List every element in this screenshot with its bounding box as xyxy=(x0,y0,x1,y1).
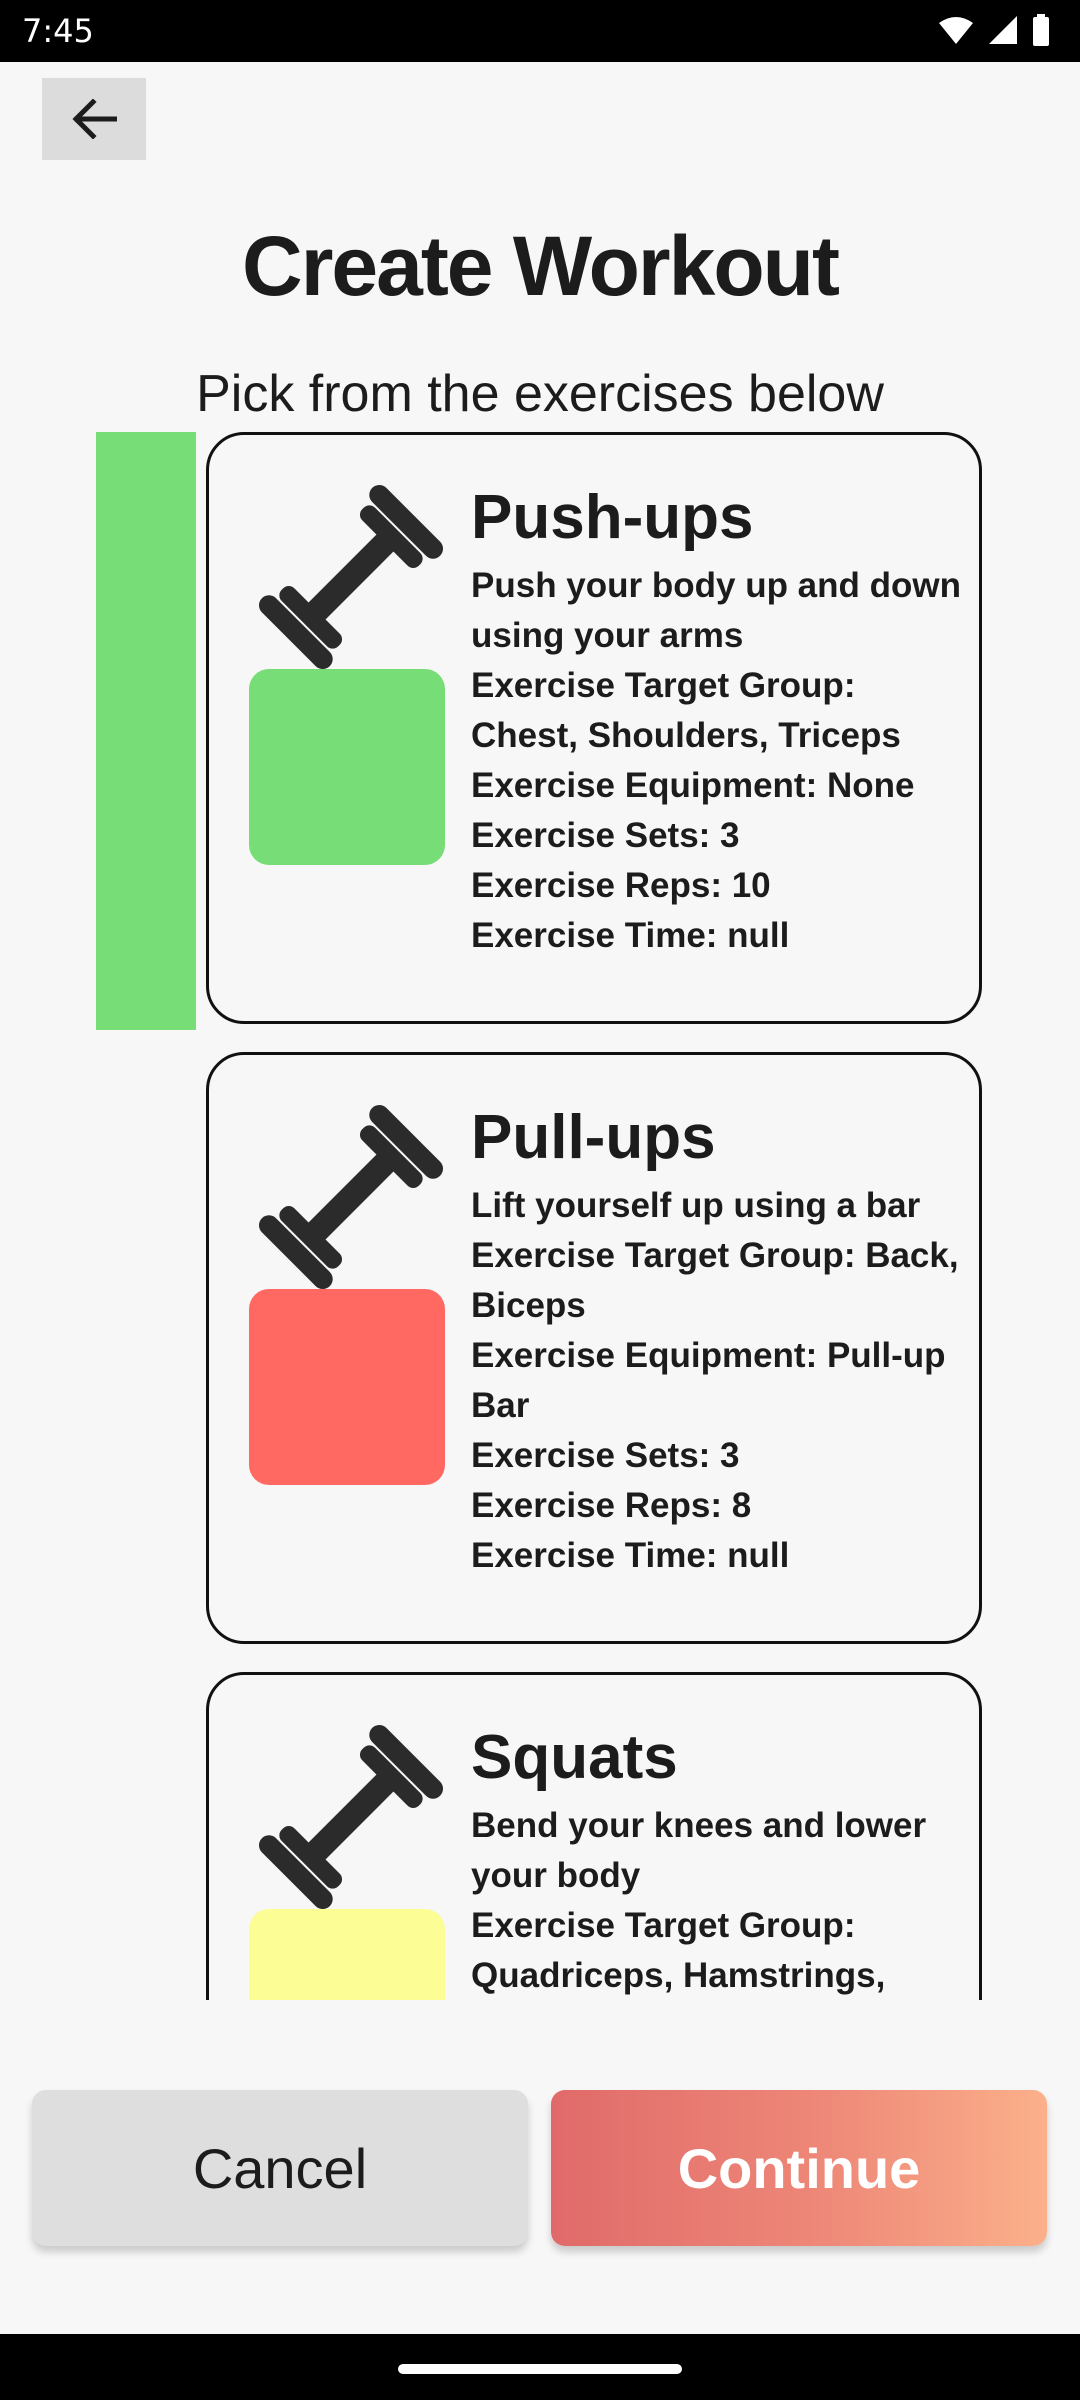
exercise-card-pull-ups[interactable]: Pull-ups Lift yourself up using a bar Ex… xyxy=(206,1052,982,1644)
exercise-time: Exercise Time: null xyxy=(471,1536,790,1575)
dumbbell-icon xyxy=(258,484,444,670)
exercise-description: Bend your knees and lower your body xyxy=(471,1806,927,1895)
exercise-target: Exercise Target Group: Back, Biceps xyxy=(471,1236,959,1325)
battery-icon xyxy=(1033,14,1049,46)
status-icons xyxy=(938,14,1050,46)
page-title: Create Workout xyxy=(242,219,840,313)
exercise-reps: Exercise Reps: 8 xyxy=(471,1486,752,1525)
color-swatch xyxy=(249,1289,445,1485)
exercise-name: Pull-ups xyxy=(471,1103,716,1172)
color-swatch xyxy=(249,1909,445,2000)
exercise-equipment: Exercise Equipment: None xyxy=(471,766,915,805)
selected-indicator xyxy=(96,432,196,1030)
exercise-equipment: Exercise Equipment: Pull-up Bar xyxy=(471,1336,946,1425)
back-button[interactable] xyxy=(42,78,146,160)
status-bar: 7:45 xyxy=(0,0,1080,62)
status-time: 7:45 xyxy=(22,12,94,50)
exercise-sets: Exercise Sets: 3 xyxy=(471,816,740,855)
home-indicator[interactable] xyxy=(398,2364,682,2374)
exercise-target: Exercise Target Group: Quadriceps, Hamst… xyxy=(471,1906,886,1995)
exercise-sets: Exercise Sets: 3 xyxy=(471,1436,740,1475)
dumbbell-icon xyxy=(258,1104,444,1290)
exercise-description: Lift yourself up using a bar xyxy=(471,1186,921,1225)
exercise-target: Exercise Target Group: Chest, Shoulders,… xyxy=(471,666,901,755)
exercise-description: Push your body up and down using your ar… xyxy=(471,566,961,655)
exercise-card-squats[interactable]: Squats Bend your knees and lower your bo… xyxy=(206,1672,982,2000)
exercise-card-push-ups[interactable]: Push-ups Push your body up and down usin… xyxy=(206,432,982,1024)
exercise-name: Squats xyxy=(471,1723,678,1792)
page-subtitle: Pick from the exercises below xyxy=(196,365,884,423)
continue-button[interactable]: Continue xyxy=(551,2090,1047,2246)
arrow-left-icon xyxy=(72,99,117,139)
color-swatch xyxy=(249,669,445,865)
exercise-name: Push-ups xyxy=(471,483,754,552)
exercise-time: Exercise Time: null xyxy=(471,916,790,955)
exercise-reps: Exercise Reps: 10 xyxy=(471,866,771,905)
exercise-list[interactable]: Push-ups Push your body up and down usin… xyxy=(0,430,1080,2000)
cancel-button[interactable]: Cancel xyxy=(32,2090,528,2246)
signal-icon xyxy=(989,16,1017,44)
dumbbell-icon xyxy=(258,1724,444,1910)
wifi-icon xyxy=(939,17,973,44)
